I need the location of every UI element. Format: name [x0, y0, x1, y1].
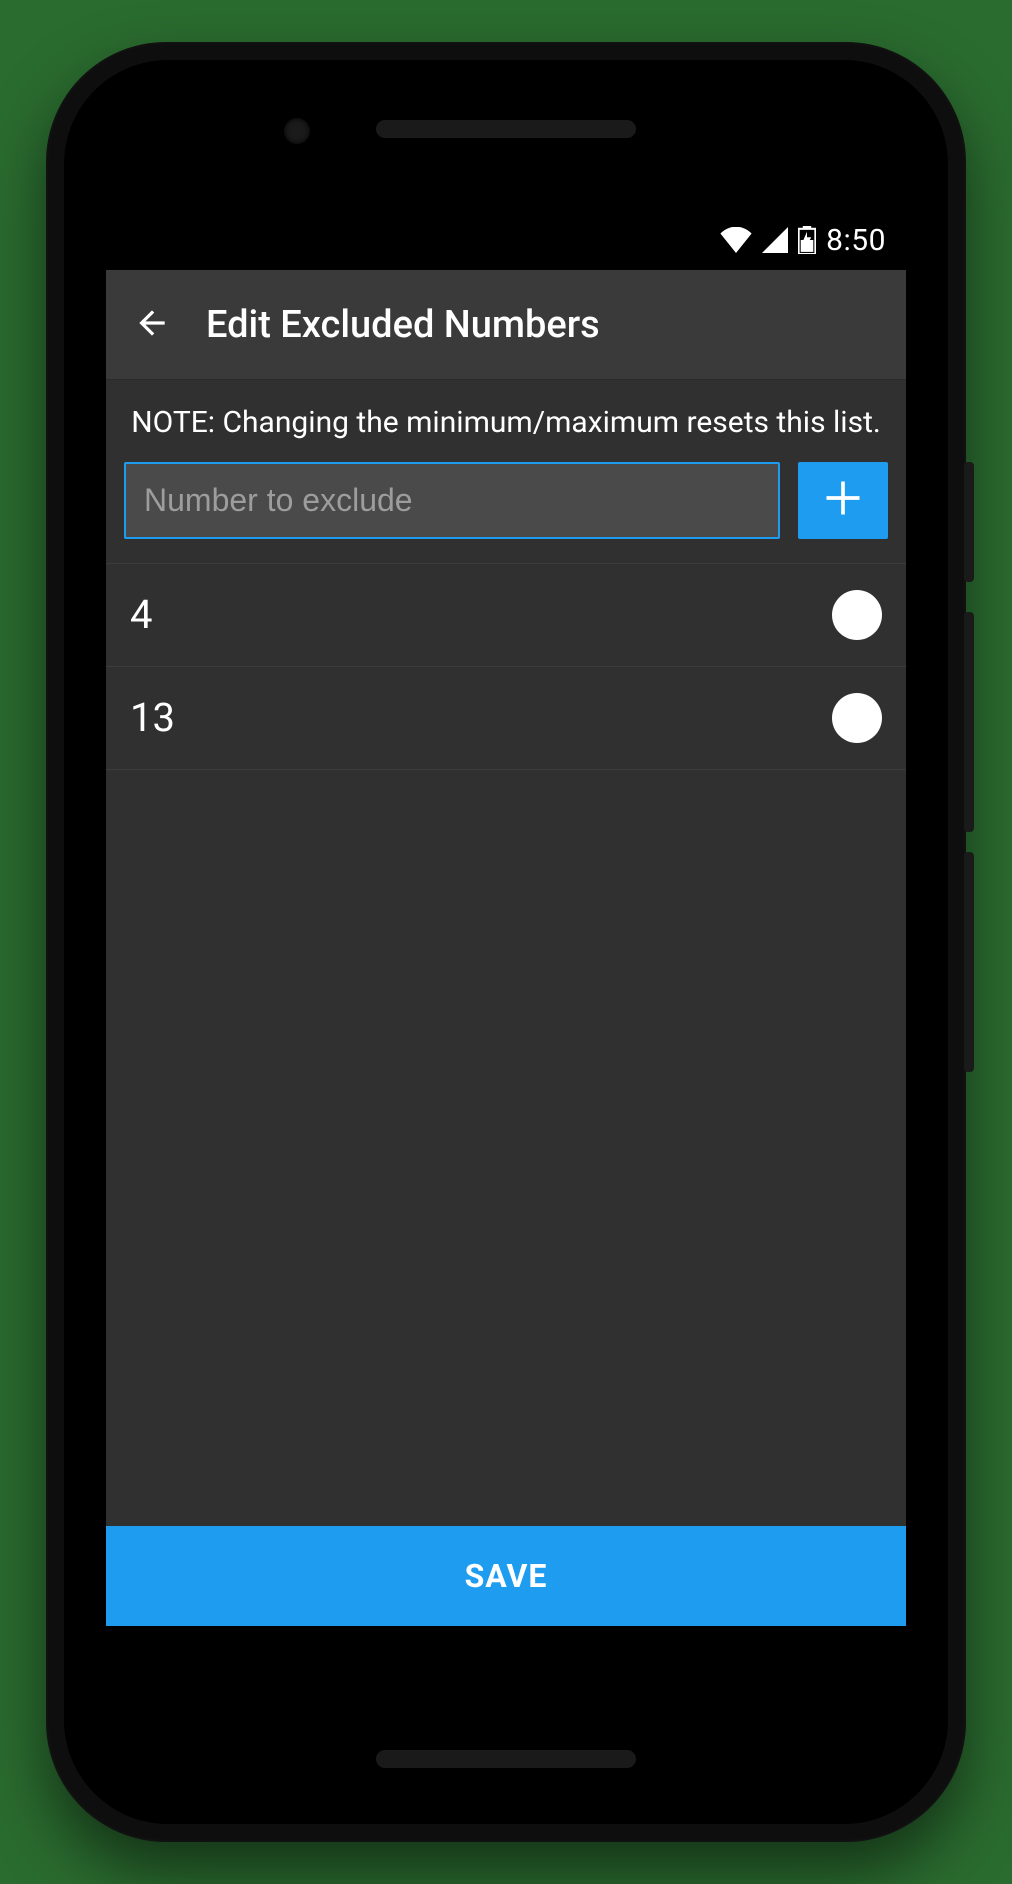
arrow-left-icon: [133, 304, 171, 346]
app-bar: Edit Excluded Numbers: [106, 270, 906, 380]
note-text: NOTE: Changing the minimum/maximum reset…: [106, 380, 906, 462]
excluded-list: 4 13: [106, 563, 906, 1527]
input-row: [106, 462, 906, 563]
exclude-number-input[interactable]: [124, 462, 780, 539]
status-clock: 8:50: [826, 223, 886, 258]
back-button[interactable]: [130, 303, 174, 347]
remove-button[interactable]: [832, 693, 882, 743]
remove-button[interactable]: [832, 590, 882, 640]
excluded-number: 13: [130, 694, 175, 741]
page-title: Edit Excluded Numbers: [206, 303, 600, 347]
nav-bar-area: [106, 1626, 906, 1674]
list-item: 13: [106, 667, 906, 770]
content: NOTE: Changing the minimum/maximum reset…: [106, 380, 906, 1626]
status-bar: 8:50: [106, 210, 906, 270]
wifi-icon: [720, 227, 752, 253]
save-button[interactable]: SAVE: [106, 1526, 906, 1626]
add-button[interactable]: [798, 462, 888, 539]
save-button-label: SAVE: [465, 1557, 548, 1595]
battery-charging-icon: [798, 226, 816, 254]
list-item: 4: [106, 563, 906, 667]
screen: 8:50 Edit Excluded Numbers NOTE: Changin…: [106, 210, 906, 1674]
excluded-number: 4: [130, 591, 152, 638]
plus-icon: [821, 476, 865, 524]
cell-signal-icon: [762, 227, 788, 253]
